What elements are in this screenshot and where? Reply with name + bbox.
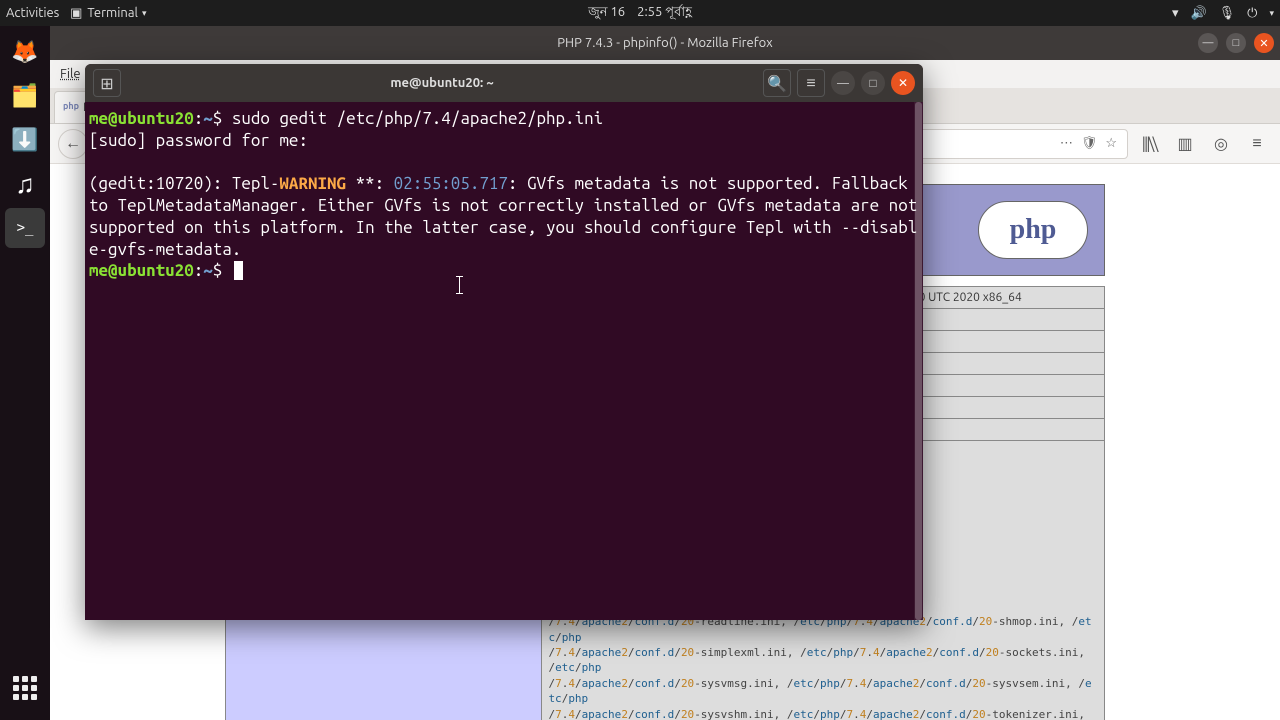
firefox-minimize-button[interactable]: — bbox=[1198, 33, 1218, 53]
terminal-icon: ▣ bbox=[69, 6, 83, 20]
terminal-close-button[interactable]: ✕ bbox=[891, 71, 915, 95]
system-menu-caret[interactable]: ▾ bbox=[1269, 8, 1274, 19]
shield-icon[interactable]: 🛡 bbox=[1081, 136, 1098, 151]
mic-icon[interactable]: 🎙 bbox=[1219, 6, 1236, 21]
firefox-hamburger-icon[interactable]: ≡ bbox=[1242, 129, 1272, 159]
firefox-titlebar: PHP 7.4.3 - phpinfo() - Mozilla Firefox … bbox=[50, 26, 1280, 60]
firefox-maximize-button[interactable]: □ bbox=[1226, 33, 1246, 53]
terminal-scrollbar[interactable] bbox=[914, 102, 923, 620]
terminal-title: me@ubuntu20: ~ bbox=[121, 76, 763, 90]
activities-button[interactable]: Activities bbox=[6, 6, 59, 20]
terminal-cursor bbox=[234, 261, 243, 280]
url-more-icon[interactable]: ⋯ bbox=[1060, 136, 1073, 151]
back-button[interactable]: ← bbox=[58, 129, 88, 159]
prompt-user: me@ubuntu20 bbox=[89, 109, 194, 128]
bookmark-star-icon[interactable]: ☆ bbox=[1105, 136, 1117, 151]
php-logo: php bbox=[978, 201, 1088, 259]
panel-date[interactable]: জুন 16 bbox=[588, 3, 625, 24]
library-icon[interactable]: |||\\ bbox=[1134, 129, 1164, 159]
panel-time[interactable]: 2:55 পূর্বাহ্ণ bbox=[637, 3, 692, 24]
firefox-window-title: PHP 7.4.3 - phpinfo() - Mozilla Firefox bbox=[557, 36, 772, 50]
terminal-search-button[interactable]: 🔍 bbox=[763, 69, 791, 97]
terminal-minimize-button[interactable]: — bbox=[831, 71, 855, 95]
terminal-scrollbar-thumb[interactable] bbox=[915, 102, 922, 620]
dock-firefox[interactable]: 🦊 bbox=[5, 32, 45, 72]
terminal-viewport[interactable]: me@ubuntu20:~$ sudo gedit /etc/php/7.4/a… bbox=[85, 102, 923, 620]
app-menu[interactable]: ▣ Terminal ▾ bbox=[69, 6, 146, 20]
gedit-warning-line: (gedit:10720): Tepl-WARNING **: 02:55:05… bbox=[89, 173, 919, 260]
terminal-hamburger-button[interactable]: ≡ bbox=[797, 69, 825, 97]
apps-grid-icon bbox=[13, 676, 37, 700]
gnome-terminal-window: ⊞ me@ubuntu20: ~ 🔍 ≡ — □ ✕ me@ubuntu20:~… bbox=[85, 64, 923, 620]
prompt-user: me@ubuntu20 bbox=[89, 261, 194, 280]
dock-terminal[interactable]: >_ bbox=[5, 208, 45, 248]
php-favicon-icon: php bbox=[63, 101, 77, 115]
dock-software[interactable]: ⬇️ bbox=[5, 120, 45, 160]
terminal-command: sudo gedit /etc/php/7.4/apache2/php.ini bbox=[232, 109, 603, 128]
prompt-cwd: ~ bbox=[203, 261, 213, 280]
sudo-password-line: [sudo] password for me: bbox=[89, 130, 919, 152]
dock-music[interactable]: ♫ bbox=[5, 164, 45, 204]
gnome-top-panel: Activities ▣ Terminal ▾ জুন 16 2:55 পূর্… bbox=[0, 0, 1280, 26]
ubuntu-dock: 🦊 🗂️ ⬇️ ♫ >_ bbox=[0, 26, 50, 720]
terminal-titlebar: ⊞ me@ubuntu20: ~ 🔍 ≡ — □ ✕ bbox=[85, 64, 923, 102]
terminal-new-tab-button[interactable]: ⊞ bbox=[93, 69, 121, 97]
account-icon[interactable]: ◎ bbox=[1206, 129, 1236, 159]
chevron-down-icon: ▾ bbox=[142, 8, 147, 19]
firefox-menu-file[interactable]: File bbox=[60, 67, 81, 81]
sidebar-icon[interactable]: ▥ bbox=[1170, 129, 1200, 159]
dock-files[interactable]: 🗂️ bbox=[5, 76, 45, 116]
prompt-cwd: ~ bbox=[203, 109, 213, 128]
firefox-close-button[interactable]: ✕ bbox=[1254, 33, 1274, 53]
power-icon[interactable]: ⏻ bbox=[1247, 6, 1257, 21]
ibeam-cursor-icon bbox=[459, 276, 460, 294]
volume-icon[interactable]: 🔊 bbox=[1190, 6, 1206, 21]
show-applications-button[interactable] bbox=[5, 668, 45, 708]
wifi-icon[interactable]: ▾ bbox=[1172, 6, 1179, 21]
terminal-maximize-button[interactable]: □ bbox=[861, 71, 885, 95]
